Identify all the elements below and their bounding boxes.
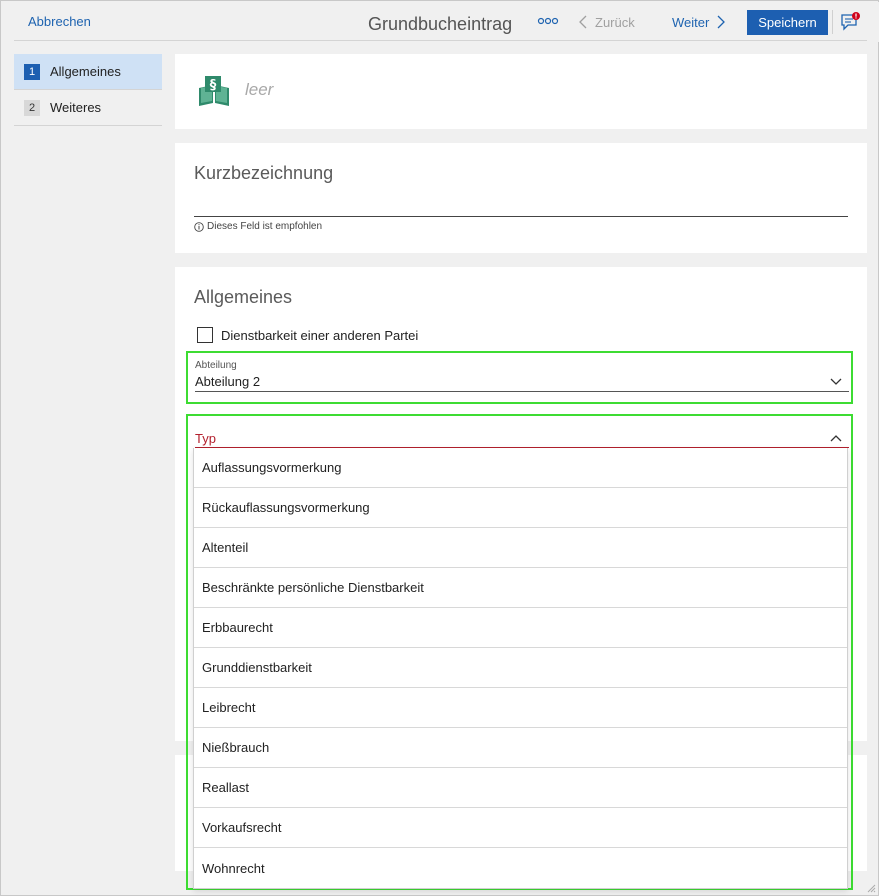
- checkbox-label: Dienstbarkeit einer anderen Partei: [221, 327, 419, 343]
- back-button[interactable]: Zurück: [579, 12, 635, 32]
- forward-button[interactable]: Weiter: [672, 12, 726, 32]
- sidebar-item-label: Allgemeines: [50, 64, 121, 79]
- list-item[interactable]: Wohnrecht: [194, 848, 847, 888]
- list-item[interactable]: Nießbrauch: [194, 728, 847, 768]
- page-title: Grundbucheintrag: [368, 14, 513, 34]
- header-divider-line: [14, 40, 867, 41]
- forward-label: Weiter: [672, 14, 710, 30]
- back-label: Zurück: [595, 14, 635, 30]
- abteilung-underline: [195, 391, 849, 392]
- list-item[interactable]: Rückauflassungsvormerkung: [194, 488, 847, 528]
- typ-label: Typ: [195, 431, 216, 446]
- chevron-left-icon: [579, 15, 587, 29]
- header-divider: [832, 10, 833, 34]
- svg-text:§: §: [210, 78, 217, 93]
- recommended-hint: Dieses Feld ist empfohlen: [194, 221, 322, 232]
- short-name-label: Kurzbezeichnung: [194, 163, 334, 183]
- list-item[interactable]: Vorkaufsrecht: [194, 808, 847, 848]
- abteilung-value: Abteilung 2: [195, 374, 261, 389]
- recommended-hint-text: Dieses Feld ist empfohlen: [207, 221, 323, 232]
- list-item[interactable]: Beschränkte persönliche Dienstbarkeit: [194, 568, 847, 608]
- other-party-easement-checkbox[interactable]: Dienstbarkeit einer anderen Partei: [197, 327, 418, 343]
- list-item[interactable]: Grunddienstbarkeit: [194, 648, 847, 688]
- chevron-down-icon[interactable]: [830, 378, 842, 386]
- list-item[interactable]: Auflassungsvormerkung: [194, 448, 847, 488]
- step-number: 1: [24, 63, 40, 80]
- sidebar-item-weiteres[interactable]: 2 Weiteres: [14, 90, 162, 126]
- checkbox-box[interactable]: [197, 327, 213, 343]
- step-number: 2: [24, 99, 40, 116]
- cancel-link[interactable]: Abbrechen: [28, 14, 91, 29]
- info-icon: [194, 221, 204, 232]
- step-sidebar: 1 Allgemeines 2 Weiteres: [14, 54, 162, 126]
- entry-header-card: § leer: [175, 54, 867, 129]
- list-item[interactable]: Reallast: [194, 768, 847, 808]
- top-bar: Abbrechen Grundbucheintrag Zurück Weiter…: [2, 2, 879, 42]
- law-book-icon: §: [199, 76, 229, 106]
- short-name-card: Kurzbezeichnung Dieses Feld ist empfohle…: [175, 143, 867, 253]
- resize-grip-icon[interactable]: [866, 883, 876, 893]
- chat-notification-icon[interactable]: [840, 11, 862, 33]
- short-name-input[interactable]: [194, 216, 848, 217]
- sidebar-item-allgemeines[interactable]: 1 Allgemeines: [14, 54, 162, 90]
- entry-name-placeholder: leer: [245, 80, 274, 99]
- save-button[interactable]: Speichern: [747, 10, 828, 35]
- general-section-title: Allgemeines: [194, 287, 293, 307]
- list-item[interactable]: Erbbaurecht: [194, 608, 847, 648]
- list-item[interactable]: Altenteil: [194, 528, 847, 568]
- abteilung-label: Abteilung: [195, 360, 237, 371]
- more-horizontal-icon[interactable]: [537, 15, 559, 27]
- sidebar-item-label: Weiteres: [50, 100, 102, 115]
- typ-dropdown-list: Auflassungsvormerkung Rückauflassungsvor…: [193, 448, 848, 889]
- chevron-right-icon: [717, 15, 726, 29]
- abteilung-select[interactable]: Abteilung Abteilung 2: [186, 351, 853, 404]
- chevron-up-icon[interactable]: [830, 434, 842, 442]
- app-window: Abbrechen Grundbucheintrag Zurück Weiter…: [0, 0, 879, 896]
- list-item[interactable]: Leibrecht: [194, 688, 847, 728]
